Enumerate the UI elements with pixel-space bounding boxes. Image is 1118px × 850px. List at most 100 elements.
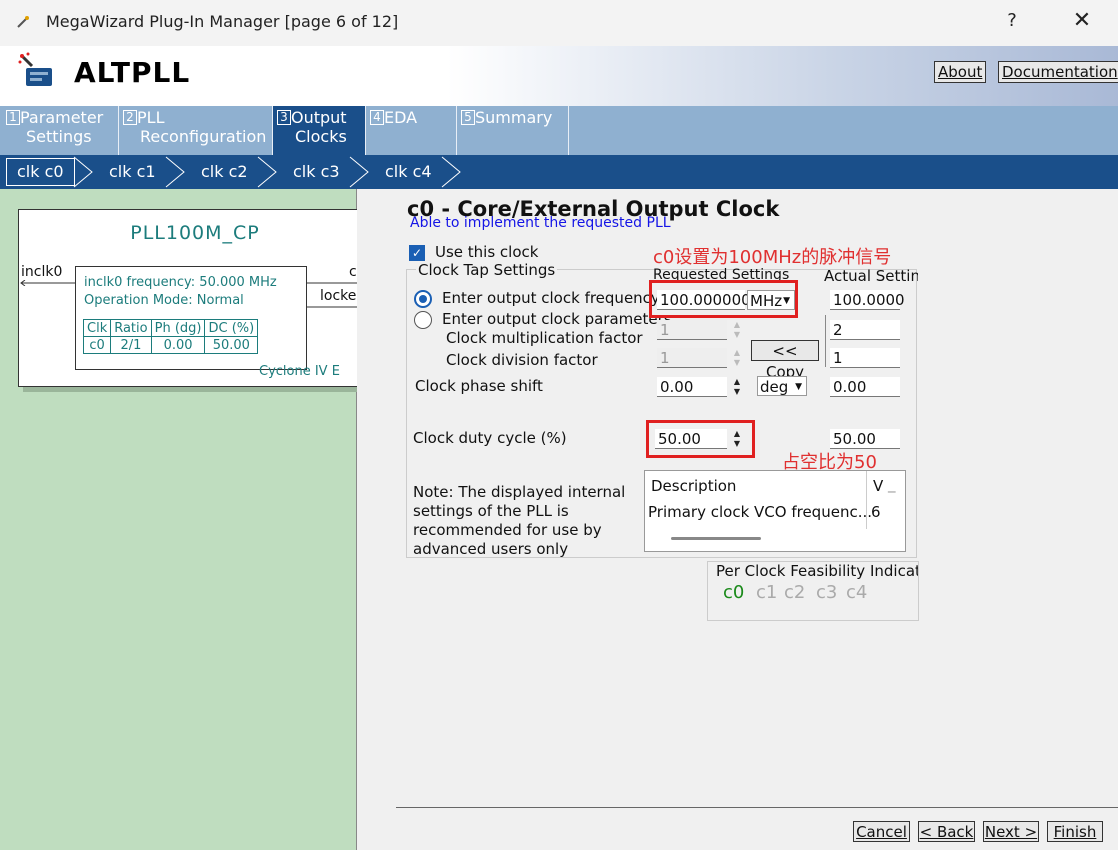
tab-summary[interactable]: 5 Summary (457, 106, 569, 155)
header-banner: ALTPLL About Documentation (0, 46, 1118, 106)
chevron-right-icon (73, 156, 93, 188)
actual-div-value: 1 (830, 348, 900, 368)
frequency-highlight-box (649, 280, 798, 318)
mult-factor-input[interactable]: 1 (657, 320, 727, 340)
phase-shift-spinner[interactable]: ▲ ▼ (729, 377, 745, 397)
frequency-annotation: c0设置为100MHz的脉冲信号 (653, 247, 892, 268)
wand-icon (16, 14, 30, 33)
feasibility-c2: c2 (784, 582, 806, 603)
radio-enter-parameters[interactable] (414, 311, 432, 329)
chevron-right-icon (349, 156, 369, 188)
documentation-button[interactable]: Documentation (998, 61, 1118, 83)
tab-eda[interactable]: 4 EDA (366, 106, 457, 155)
pll-symbol: PLL100M_CP inclk0 c0 locked inclk0 frequ… (18, 209, 372, 387)
device-family: Cyclone IV E (259, 364, 340, 379)
wizard-window: MegaWizard Plug-In Manager [page 6 of 12… (0, 0, 1118, 850)
list-row-description[interactable]: Primary clock VCO frequenc... (648, 503, 872, 521)
finish-button[interactable]: Finish (1047, 821, 1103, 842)
tab-label: Reconfiguration (140, 127, 267, 146)
tab-number: 2 (123, 110, 137, 125)
mult-factor-spinner[interactable]: ▲ ▼ (729, 320, 745, 340)
feasibility-c4: c4 (846, 582, 868, 603)
feasibility-group: Per Clock Feasibility Indicators c0 c1 c… (707, 561, 919, 621)
close-button[interactable]: ✕ (1068, 8, 1096, 33)
actual-mult-value: 2 (830, 320, 900, 340)
use-clock-checkbox[interactable]: ✓ (409, 245, 425, 261)
tab-pll-reconfiguration[interactable]: 2 PLL Reconfiguration (119, 106, 273, 155)
note-line: Note: The displayed internal (413, 483, 626, 501)
chevron-right-icon (257, 156, 277, 188)
duty-annotation: 占空比为50 (782, 452, 877, 473)
list-row-value[interactable]: 6 (871, 503, 881, 521)
div-factor-input[interactable]: 1 (657, 348, 727, 368)
pll-logo-icon (18, 52, 58, 92)
tab-label: Summary (475, 108, 553, 127)
feasibility-c3: c3 (816, 582, 838, 603)
actual-duty-value: 50.00 (830, 429, 900, 449)
phase-shift-label: Clock phase shift (415, 377, 543, 395)
table-header: Clk (82, 319, 112, 337)
clk-tab-c1[interactable]: clk c1 (109, 155, 156, 189)
use-clock-label: Use this clock (435, 243, 539, 261)
back-label: < Back (919, 823, 974, 841)
copy-button[interactable]: << Copy (751, 340, 819, 381)
actual-frequency-value: 100.0000 (830, 290, 905, 310)
next-button[interactable]: Next > (983, 821, 1039, 842)
clk-tab-c0[interactable]: clk c0 (6, 158, 75, 186)
table-header: DC (%) (204, 319, 259, 337)
window-title: MegaWizard Plug-In Manager [page 6 of 12… (46, 12, 399, 31)
operation-mode: Operation Mode: Normal (84, 293, 244, 308)
tab-output-clocks[interactable]: 3 Output Clocks (273, 106, 366, 155)
radio-enter-frequency[interactable] (414, 290, 432, 308)
note-line: advanced users only (413, 540, 569, 558)
finish-label: Finish (1053, 823, 1097, 841)
table-cell: 50.00 (204, 336, 259, 354)
tab-number: 5 (461, 110, 475, 125)
note-line: recommended for use by (413, 521, 602, 539)
footer-divider (396, 807, 1118, 808)
help-button[interactable]: ? (1000, 10, 1024, 31)
clk-tab-c4[interactable]: clk c4 (385, 155, 432, 189)
symbol-pane: PLL100M_CP inclk0 c0 locked inclk0 frequ… (0, 189, 372, 850)
clock-summary-table: Clk Ratio Ph (dg) DC (%) c0 2/1 0.00 50.… (82, 319, 259, 354)
table-row: c0 2/1 0.00 50.00 (82, 336, 259, 354)
tab-number: 4 (370, 110, 384, 125)
back-button[interactable]: < Back (918, 821, 975, 842)
div-factor-label: Clock division factor (446, 351, 598, 369)
internal-settings-note: Note: The displayed internal settings of… (413, 483, 625, 559)
radio-frequency-label: Enter output clock frequency (442, 289, 660, 307)
tab-parameter-settings[interactable]: 1 Parameter Settings (2, 106, 119, 155)
about-button[interactable]: About (934, 61, 987, 83)
app-title: ALTPLL (74, 56, 191, 89)
cancel-label: Cancel (856, 823, 907, 841)
internal-settings-list[interactable]: Description V _ Primary clock VCO freque… (644, 470, 906, 552)
scroll-collapse-icon: _ (888, 475, 896, 493)
inclk0-wire (20, 280, 75, 286)
tab-number: 1 (6, 110, 20, 125)
horizontal-scrollbar[interactable] (671, 537, 761, 540)
clk-tab-c3[interactable]: clk c3 (293, 155, 340, 189)
title-bar: MegaWizard Plug-In Manager [page 6 of 12… (0, 0, 1118, 46)
chevron-right-icon (441, 156, 461, 188)
tab-label: Settings (26, 127, 92, 146)
table-cell: 2/1 (110, 336, 152, 354)
tab-label: Parameter (20, 108, 104, 127)
list-header-description: Description (651, 477, 737, 495)
dropdown-arrow-icon: ▼ (795, 382, 802, 392)
wizard-tabs: 1 Parameter Settings 2 PLL Reconfiguration… (0, 106, 1118, 155)
table-header-row: Clk Ratio Ph (dg) DC (%) (82, 319, 259, 337)
div-factor-spinner[interactable]: ▲ ▼ (729, 348, 745, 368)
clock-tabs: clk c0 clk c1 clk c2 clk c3 clk c4 (0, 155, 1118, 189)
table-header: Ph (dg) (150, 319, 206, 337)
phase-unit-select[interactable]: deg ▼ (757, 376, 807, 396)
settings-pane: c0 - Core/External Output Clock Able to … (357, 189, 1118, 850)
duty-cycle-label: Clock duty cycle (%) (413, 429, 567, 447)
symbol-name: PLL100M_CP (130, 222, 260, 244)
phase-shift-input[interactable]: 0.00 (657, 377, 727, 397)
table-cell: 0.00 (150, 336, 206, 354)
port-inclk0: inclk0 (21, 264, 63, 280)
clk-tab-c2[interactable]: clk c2 (201, 155, 248, 189)
tab-bar-filler (569, 106, 1118, 155)
feasibility-label: Per Clock Feasibility Indicators (716, 562, 918, 580)
cancel-button[interactable]: Cancel (853, 821, 910, 842)
